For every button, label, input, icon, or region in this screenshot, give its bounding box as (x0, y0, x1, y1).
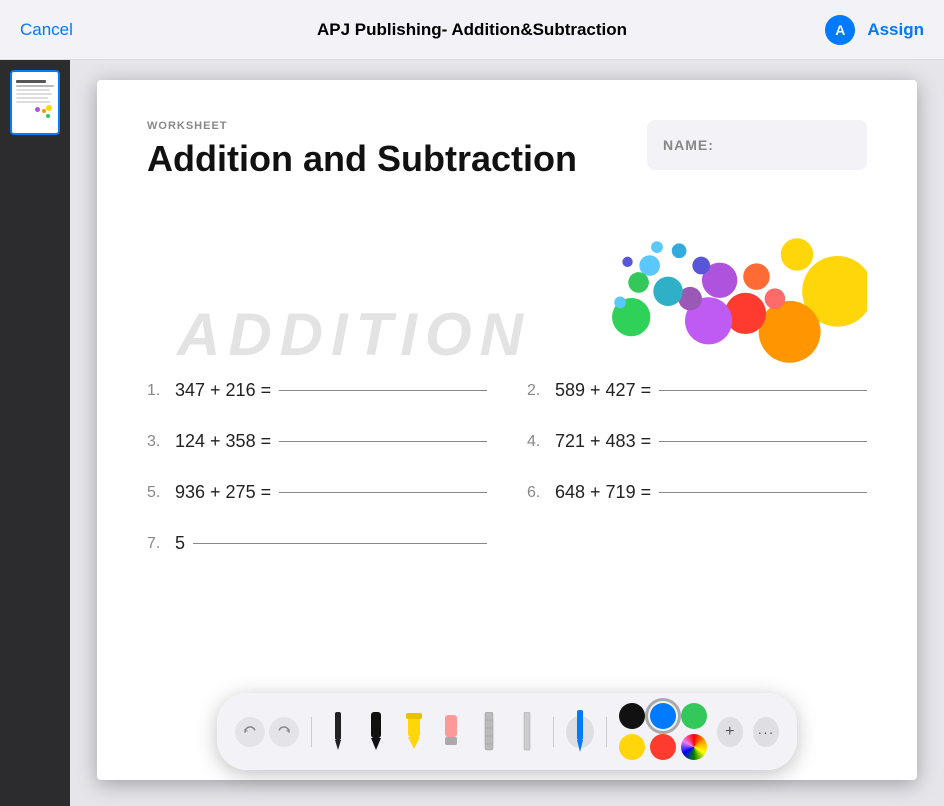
redo-button[interactable] (269, 717, 299, 747)
problem-expression: 124 + 358 = (175, 431, 271, 452)
problem-number: 2. (527, 382, 547, 400)
problem-expression: 648 + 719 = (555, 482, 651, 503)
color-green-swatch[interactable] (681, 703, 707, 729)
problem-number: 6. (527, 484, 547, 502)
thumb-bubble (42, 109, 46, 113)
undo-button[interactable] (235, 717, 265, 747)
answer-line (279, 492, 487, 493)
ruler-tool-button[interactable] (513, 716, 541, 748)
plus-icon: + (725, 723, 734, 741)
problem-number: 4. (527, 433, 547, 451)
thumb-bubble (35, 107, 40, 112)
thumb-line (16, 89, 50, 91)
grid-tool-button[interactable] (475, 716, 503, 748)
bubble (639, 255, 660, 276)
thumb-line (16, 93, 52, 95)
problem-expression: 721 + 483 = (555, 431, 651, 452)
add-color-button[interactable]: + (717, 717, 743, 747)
toolbar-divider (311, 717, 312, 747)
worksheet-page[interactable]: WORKSHEET Addition and Subtraction NAME:… (97, 80, 917, 780)
answer-line (193, 543, 487, 544)
sidebar (0, 60, 70, 806)
answer-line (659, 441, 867, 442)
thumb-bubble (46, 114, 50, 118)
problem-expression: 936 + 275 = (175, 482, 271, 503)
problem-row: 6. 648 + 719 = (527, 482, 867, 503)
thumb-line (16, 85, 54, 87)
problem-expression: 5 (175, 533, 185, 554)
thumb-line (16, 80, 46, 83)
color-red-swatch[interactable] (650, 734, 676, 760)
cancel-button[interactable]: Cancel (20, 20, 73, 40)
problem-number: 3. (147, 433, 167, 451)
user-avatar[interactable]: A (825, 15, 855, 45)
problem-number: 7. (147, 535, 167, 553)
bubble (653, 277, 682, 306)
thumb-bubbles (16, 105, 54, 123)
sidebar-thumbnail[interactable] (10, 70, 60, 135)
pen-tool-button[interactable] (324, 716, 352, 748)
ellipsis-icon: ··· (757, 724, 774, 740)
bubble (672, 243, 687, 258)
problem-row: 1. 347 + 216 = (147, 380, 487, 401)
problem-row: 3. 124 + 358 = (147, 431, 487, 452)
navigation-bar: Cancel APJ Publishing- Addition&Subtract… (0, 0, 944, 60)
problem-expression: 347 + 216 = (175, 380, 271, 401)
drawing-toolbar: + ··· (217, 693, 797, 770)
toolbar-divider (606, 717, 607, 747)
problem-row: 4. 721 + 483 = (527, 431, 867, 452)
problem-row: 7. 5 (147, 533, 487, 554)
bubble (743, 263, 770, 290)
main-layout: WORKSHEET Addition and Subtraction NAME:… (0, 60, 944, 806)
nav-title: APJ Publishing- Addition&Subtraction (317, 20, 627, 40)
name-field[interactable]: NAME: (647, 120, 867, 170)
highlighter-tool-button[interactable] (400, 716, 428, 748)
nav-right-actions: A Assign (825, 15, 924, 45)
problem-number: 1. (147, 382, 167, 400)
content-area: WORKSHEET Addition and Subtraction NAME:… (70, 60, 944, 806)
bubble (651, 241, 663, 253)
answer-line (279, 390, 487, 391)
undo-redo-group (235, 717, 299, 747)
thumb-line (16, 101, 50, 103)
bubbles-decoration (587, 190, 867, 400)
bubble (765, 288, 786, 309)
assign-button[interactable]: Assign (867, 20, 924, 40)
color-blue-swatch[interactable] (650, 703, 676, 729)
marker-tool-button[interactable] (362, 716, 390, 748)
bubble (622, 257, 632, 267)
name-label: NAME: (663, 137, 714, 153)
bubble (781, 238, 813, 270)
answer-line (659, 492, 867, 493)
problem-row: 5. 936 + 275 = (147, 482, 487, 503)
color-yellow-swatch[interactable] (619, 734, 645, 760)
eraser-tool-button[interactable] (438, 716, 466, 748)
answer-line (279, 441, 487, 442)
bubble (759, 301, 821, 363)
bubble (614, 296, 626, 308)
color-multicolor-swatch[interactable] (681, 734, 707, 760)
bubble (628, 272, 649, 293)
thumb-preview (12, 72, 58, 127)
problem-number: 5. (147, 484, 167, 502)
blue-pen-tool-button[interactable] (566, 716, 594, 748)
addition-watermark: ADDITION (177, 300, 531, 369)
color-black-swatch[interactable] (619, 703, 645, 729)
more-options-button[interactable]: ··· (753, 717, 779, 747)
toolbar-divider (553, 717, 554, 747)
problems-section: 1. 347 + 216 = 2. 589 + 427 = 3. 124 + 3… (147, 380, 867, 554)
bubble (692, 257, 710, 275)
thumb-line (16, 97, 48, 99)
thumb-bubble (46, 105, 52, 111)
color-palette (619, 703, 707, 760)
bubbles-svg (587, 190, 867, 400)
